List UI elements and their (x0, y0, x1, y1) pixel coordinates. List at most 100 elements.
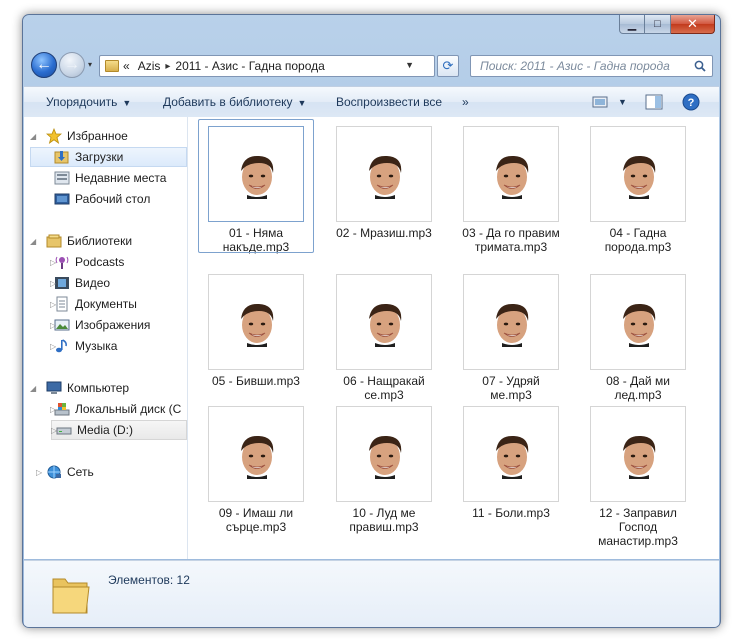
sidebar-item-downloads[interactable]: Загрузки (30, 147, 187, 167)
close-button[interactable]: ✕ (671, 15, 715, 34)
network-icon (46, 464, 62, 480)
file-item[interactable]: 02 - Мразиш.mp3 (328, 126, 440, 240)
expand-arrow-icon[interactable]: ▷ (51, 426, 57, 435)
item-count: Элементов: 12 (108, 573, 190, 587)
file-item[interactable]: 04 - Гадна порода.mp3 (582, 126, 694, 254)
file-item[interactable]: 09 - Имаш ли сърце.mp3 (200, 406, 312, 534)
libraries-icon (46, 233, 62, 249)
album-art-thumbnail[interactable] (208, 126, 304, 222)
file-name: 06 - Нащракай се.mp3 (343, 374, 425, 402)
file-item[interactable]: 07 - Удряй ме.mp3 (455, 274, 567, 402)
content-area: ◢ Избранное Загрузки Недавние места Рабо… (24, 117, 719, 559)
collapse-arrow-icon[interactable]: ◢ (30, 132, 36, 141)
album-art-thumbnail[interactable] (208, 274, 304, 370)
sidebar-libraries[interactable]: ◢ Библиотеки (30, 231, 132, 251)
file-item[interactable]: 03 - Да го правим тримата.mp3 (455, 126, 567, 254)
play-all-button[interactable]: Воспроизвести все (336, 95, 442, 109)
album-art-thumbnail[interactable] (463, 274, 559, 370)
album-art-thumbnail[interactable] (336, 406, 432, 502)
address-dropdown-icon[interactable]: ▼ (405, 60, 414, 70)
file-list: 01 - Няма накъде.mp3 02 - Мразиш.mp3 03 - … (188, 117, 719, 559)
file-name: 12 - Заправил Господ манастир.mp3 (598, 506, 678, 548)
minimize-button[interactable]: ▁ (619, 15, 645, 34)
file-item[interactable]: 06 - Нащракай се.mp3 (328, 274, 440, 402)
album-art-thumbnail[interactable] (463, 126, 559, 222)
downloads-folder-icon (54, 149, 70, 165)
help-button[interactable]: ? (682, 92, 700, 112)
file-item[interactable]: 01 - Няма накъде.mp3 (198, 119, 314, 254)
sidebar-item-media-d[interactable]: ▷ Media (D:) (51, 420, 187, 440)
expand-arrow-icon[interactable]: ▷ (50, 300, 56, 309)
pictures-icon (54, 317, 70, 333)
expand-arrow-icon[interactable]: ▷ (50, 258, 56, 267)
breadcrumb-album[interactable]: 2011 - Азис - Гадна порода (175, 59, 324, 73)
add-to-library-menu[interactable]: Добавить в библиотеку ▼ (163, 95, 306, 109)
album-art-thumbnail[interactable] (590, 126, 686, 222)
sidebar-favorites[interactable]: ◢ Избранное (30, 126, 128, 146)
sidebar-computer[interactable]: ◢ Компьютер (30, 378, 129, 398)
sidebar-item-video[interactable]: ▷ Видео (46, 273, 110, 293)
organize-menu[interactable]: Упорядочить ▼ (46, 95, 131, 109)
back-arrow-icon: ← (36, 56, 52, 73)
collapse-arrow-icon[interactable]: ◢ (30, 384, 36, 393)
file-item[interactable]: 12 - Заправил Господ манастир.mp3 (582, 406, 694, 548)
collapse-arrow-icon[interactable]: ◢ (30, 237, 36, 246)
navigation-pane[interactable]: ◢ Избранное Загрузки Недавние места Рабо… (24, 117, 188, 559)
address-overflow[interactable]: « (123, 59, 130, 73)
back-button[interactable]: ← (31, 52, 57, 78)
view-dropdown-icon[interactable]: ▼ (618, 97, 627, 107)
sidebar-item-podcasts[interactable]: ▷ Podcasts (46, 252, 124, 272)
drive-icon (56, 422, 72, 438)
preview-pane-icon (645, 94, 663, 110)
expand-arrow-icon[interactable]: ▷ (50, 405, 56, 414)
album-art-thumbnail[interactable] (463, 406, 559, 502)
breadcrumb-separator-icon[interactable]: ▸ (165, 61, 170, 72)
expand-arrow-icon[interactable]: ▷ (36, 468, 42, 477)
file-item[interactable]: 10 - Луд ме правиш.mp3 (328, 406, 440, 534)
album-art-thumbnail[interactable] (590, 406, 686, 502)
preview-pane-button[interactable] (645, 92, 663, 112)
album-art-thumbnail[interactable] (208, 406, 304, 502)
more-commands-button[interactable]: » (462, 95, 469, 109)
change-view-button[interactable]: ▼ (592, 92, 627, 112)
sidebar-item-recent-places[interactable]: Недавние места (54, 168, 166, 188)
recent-pages-dropdown[interactable]: ▾ (88, 60, 92, 69)
sidebar-item-pictures[interactable]: ▷ Изображения (46, 315, 150, 335)
music-note-icon (54, 338, 70, 354)
file-item[interactable]: 05 - Бивши.mp3 (200, 274, 312, 388)
file-name: 01 - Няма накъде.mp3 (222, 226, 290, 254)
sidebar-item-local-disk-c[interactable]: ▷ Локальный диск (C (46, 399, 181, 419)
sidebar-network[interactable]: ▷ Сеть (32, 462, 94, 482)
sidebar-item-music[interactable]: ▷ Музыка (46, 336, 117, 356)
search-input[interactable]: Поиск: 2011 - Азис - Гадна порода (470, 55, 713, 77)
forward-button[interactable]: → (59, 52, 85, 78)
expand-arrow-icon[interactable]: ▷ (50, 342, 56, 351)
navigation-bar: ← → ▾ « Azis ▸ 2011 - Азис - Гадна пород… (23, 49, 720, 81)
refresh-icon: ⟳ (442, 58, 454, 73)
file-name: 11 - Боли.mp3 (472, 506, 550, 520)
podcasts-icon (54, 254, 70, 270)
file-item[interactable]: 11 - Боли.mp3 (455, 406, 567, 520)
caret-down-icon: ▼ (122, 98, 132, 108)
album-art-thumbnail[interactable] (590, 274, 686, 370)
file-name: 08 - Дай ми лед.mp3 (606, 374, 670, 402)
sidebar-item-desktop[interactable]: Рабочий стол (54, 189, 150, 209)
video-icon (54, 275, 70, 291)
maximize-button[interactable]: □ (645, 15, 671, 34)
computer-icon (46, 380, 62, 396)
breadcrumb-azis[interactable]: Azis (138, 59, 161, 73)
file-item[interactable]: 08 - Дай ми лед.mp3 (582, 274, 694, 402)
file-name: 10 - Луд ме правиш.mp3 (349, 506, 419, 534)
sidebar-item-documents[interactable]: ▷ Документы (46, 294, 137, 314)
explorer-window: ▁ □ ✕ ← → ▾ « Azis ▸ 2011 - Азис - Гадна… (22, 14, 721, 628)
expand-arrow-icon[interactable]: ▷ (50, 279, 56, 288)
refresh-button[interactable]: ⟳ (437, 55, 459, 77)
details-pane: Элементов: 12 (24, 560, 719, 627)
search-icon (694, 60, 706, 72)
album-art-thumbnail[interactable] (336, 126, 432, 222)
address-bar[interactable]: « Azis ▸ 2011 - Азис - Гадна порода ▼ (99, 55, 435, 77)
windows-drive-icon (54, 401, 70, 417)
album-art-thumbnail[interactable] (336, 274, 432, 370)
expand-arrow-icon[interactable]: ▷ (50, 321, 56, 330)
caption-buttons: ▁ □ ✕ (619, 15, 715, 35)
